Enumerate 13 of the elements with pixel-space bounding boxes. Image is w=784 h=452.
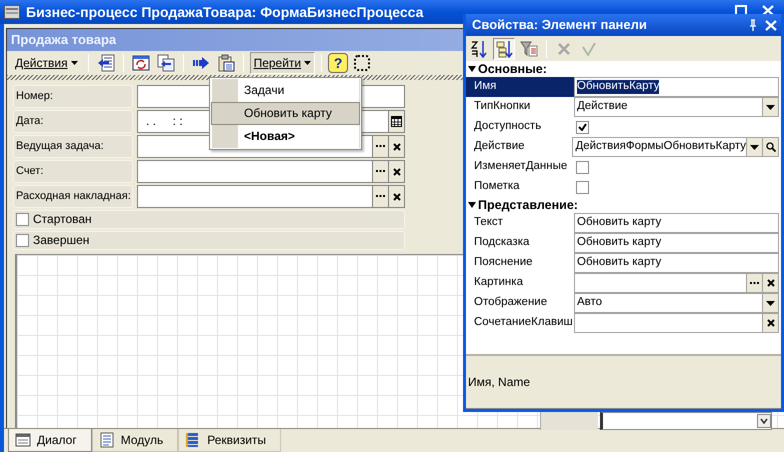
panel-title: Свойства: Элемент панели — [472, 17, 648, 33]
checkbox-label: Завершен — [33, 233, 90, 248]
checkbox-label: Стартован — [33, 212, 92, 227]
field-label: Ведущая задача: — [13, 135, 133, 158]
field-label: Дата: — [13, 110, 133, 133]
form-title: Продажа товара — [11, 32, 116, 48]
section-title: Представление: — [478, 198, 578, 212]
window-title: Бизнес-процесс ПродажаТовара: ФормаБизнесПроцесса — [26, 4, 424, 20]
description-text: Имя, Name — [468, 374, 530, 390]
section-title: Основные: — [478, 62, 547, 76]
field-label: Номер: — [13, 85, 133, 108]
field-label: Расходная накладная: — [13, 185, 133, 208]
field-label: Счет: — [13, 160, 133, 183]
